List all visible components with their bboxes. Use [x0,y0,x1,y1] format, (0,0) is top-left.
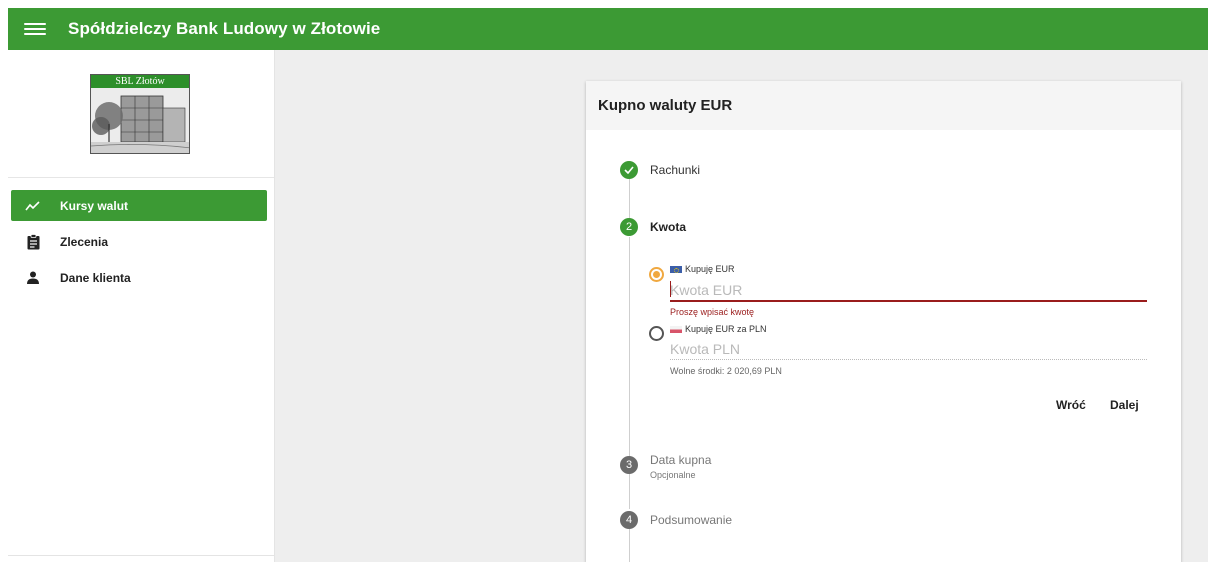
amount-eur-underline [670,300,1147,302]
sidebar-nav: Kursy walut Zlecenia Dane klienta [8,178,274,293]
available-funds: Wolne środki: 2 020,69 PLN [670,366,782,376]
step-sublabel: Opcjonalne [650,470,696,480]
app-root: Spółdzielczy Bank Ludowy w Złotowie SBL … [0,0,1208,562]
step-label: Kwota [650,220,686,234]
step-label: Podsumowanie [650,513,733,527]
main-content: Kupno waluty EUR Rachunki 2 Kwota Kupuję… [275,50,1208,562]
amount-eur-input[interactable] [670,281,1146,299]
amount-pln-input[interactable] [670,340,1146,358]
back-button[interactable]: Wróć [1056,398,1086,412]
eu-flag-icon [670,265,682,273]
step-label: Data kupna [650,453,712,467]
amount-pln-underline [670,359,1147,360]
radio-kupuje-eur[interactable] [649,267,664,282]
check-icon [620,161,638,179]
bank-logo: SBL Złotów [90,74,190,154]
option-eur-label: Kupuję EUR [670,264,735,274]
step-podsumowanie[interactable]: 4 Podsumowanie [620,511,732,529]
step-number: 4 [620,511,638,529]
step-connector [629,178,630,219]
sidebar-item-kursy-walut[interactable]: Kursy walut [11,190,267,221]
sidebar-item-label: Kursy walut [60,198,129,213]
hamburger-menu-icon[interactable] [24,21,46,37]
logo-area: SBL Złotów [8,50,274,178]
next-button[interactable]: Dalej [1110,398,1139,412]
step-rachunki[interactable]: Rachunki [620,161,700,179]
sidebar-item-label: Dane klienta [60,270,131,285]
bank-building-image [91,88,189,153]
radio-kupuje-eur-za-pln[interactable] [649,326,664,341]
sidebar: SBL Złotów Kursy walut Zlecenia Dane kli… [8,50,275,562]
step-number: 3 [620,456,638,474]
logo-banner: SBL Złotów [91,75,189,88]
amount-error-message: Proszę wpisać kwotę [670,307,755,317]
sidebar-item-zlecenia[interactable]: Zlecenia [11,226,267,257]
pl-flag-icon [670,325,682,333]
sidebar-divider [8,555,275,556]
top-app-bar: Spółdzielczy Bank Ludowy w Złotowie [8,8,1208,50]
currency-purchase-card: Kupno waluty EUR Rachunki 2 Kwota Kupuję… [586,81,1181,562]
step-kwota[interactable]: 2 Kwota [620,218,686,236]
trending-up-icon [25,198,41,214]
sidebar-item-label: Zlecenia [60,234,109,249]
option-pln-label: Kupuję EUR za PLN [670,324,767,334]
person-icon [25,270,41,286]
card-title: Kupno waluty EUR [586,81,1181,130]
clipboard-icon [25,233,41,250]
step-data-kupna[interactable]: 3 Data kupna Opcjonalne [620,451,711,480]
step-number: 2 [620,218,638,236]
app-title: Spółdzielczy Bank Ludowy w Złotowie [68,19,381,38]
step-text-group: Data kupna Opcjonalne [650,451,711,480]
step-label: Rachunki [650,163,701,177]
sidebar-item-dane-klienta[interactable]: Dane klienta [11,262,267,293]
